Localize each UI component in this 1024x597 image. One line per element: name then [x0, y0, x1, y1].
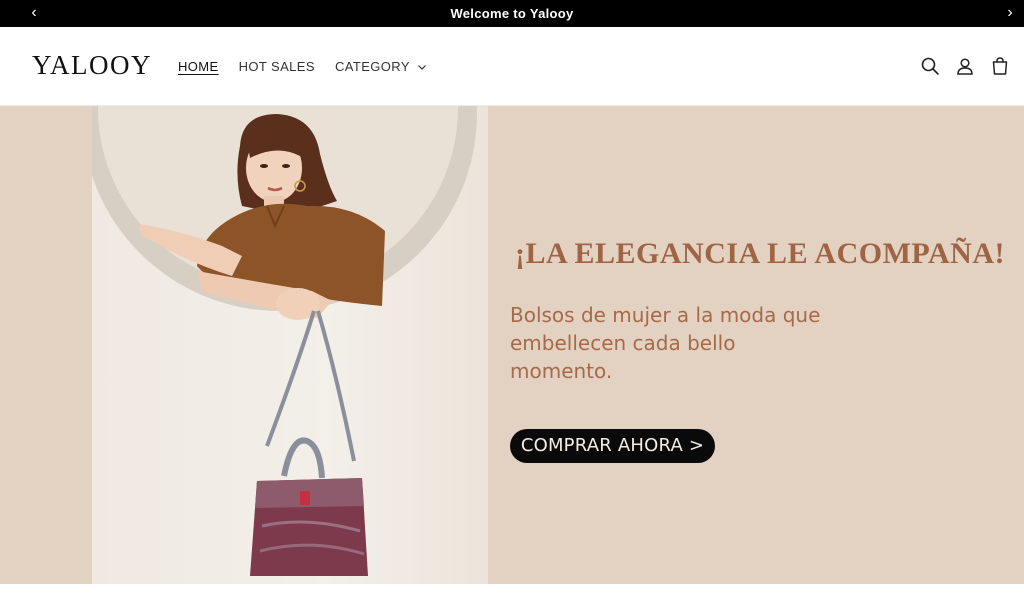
- account-button[interactable]: [954, 55, 976, 77]
- nav-item-home[interactable]: HOME: [178, 59, 219, 74]
- announcement-text: Welcome to Yalooy: [450, 6, 574, 21]
- cart-icon: [992, 57, 1008, 75]
- model-with-handbag-illustration: [139, 114, 385, 576]
- hero-model-image: [92, 106, 488, 584]
- nav-item-category-label: CATEGORY: [334, 59, 410, 74]
- nav-item-home-label: HOME: [178, 59, 219, 74]
- search-icon: [921, 57, 939, 75]
- nav-item-category[interactable]: CATEGORY: [335, 59, 427, 74]
- hero-headline: ¡LA ELEGANCIA LE ACOMPAÑA!: [515, 237, 1005, 270]
- main-nav: HOME HOT SALES CATEGORY: [178, 59, 447, 74]
- announcement-next-arrow[interactable]: ›: [998, 0, 1022, 27]
- shop-now-button[interactable]: COMPRAR AHORA >: [510, 429, 715, 463]
- nav-item-hot-sales[interactable]: HOT SALES: [239, 59, 315, 74]
- announcement-bar: ‹ Welcome to Yalooy ›: [0, 0, 1024, 27]
- header-icons: [906, 55, 1011, 77]
- search-button[interactable]: [919, 55, 941, 77]
- account-icon: [957, 58, 973, 75]
- site-header: YALOOY HOME HOT SALES CATEGORY: [0, 27, 1024, 106]
- cart-button[interactable]: [989, 55, 1011, 77]
- nav-item-hot-sales-label: HOT SALES: [238, 59, 315, 74]
- chevron-down-icon: [417, 64, 426, 70]
- hero-subline: Bolsos de mujer a la moda que embellecen…: [510, 303, 821, 383]
- page-bottom-edge: [0, 584, 1024, 597]
- hero-banner[interactable]: ¡LA ELEGANCIA LE ACOMPAÑA! Bolsos de muj…: [0, 106, 1024, 584]
- hero-text-block: ¡LA ELEGANCIA LE ACOMPAÑA! Bolsos de muj…: [510, 106, 1010, 584]
- site-logo[interactable]: YALOOY: [32, 50, 152, 81]
